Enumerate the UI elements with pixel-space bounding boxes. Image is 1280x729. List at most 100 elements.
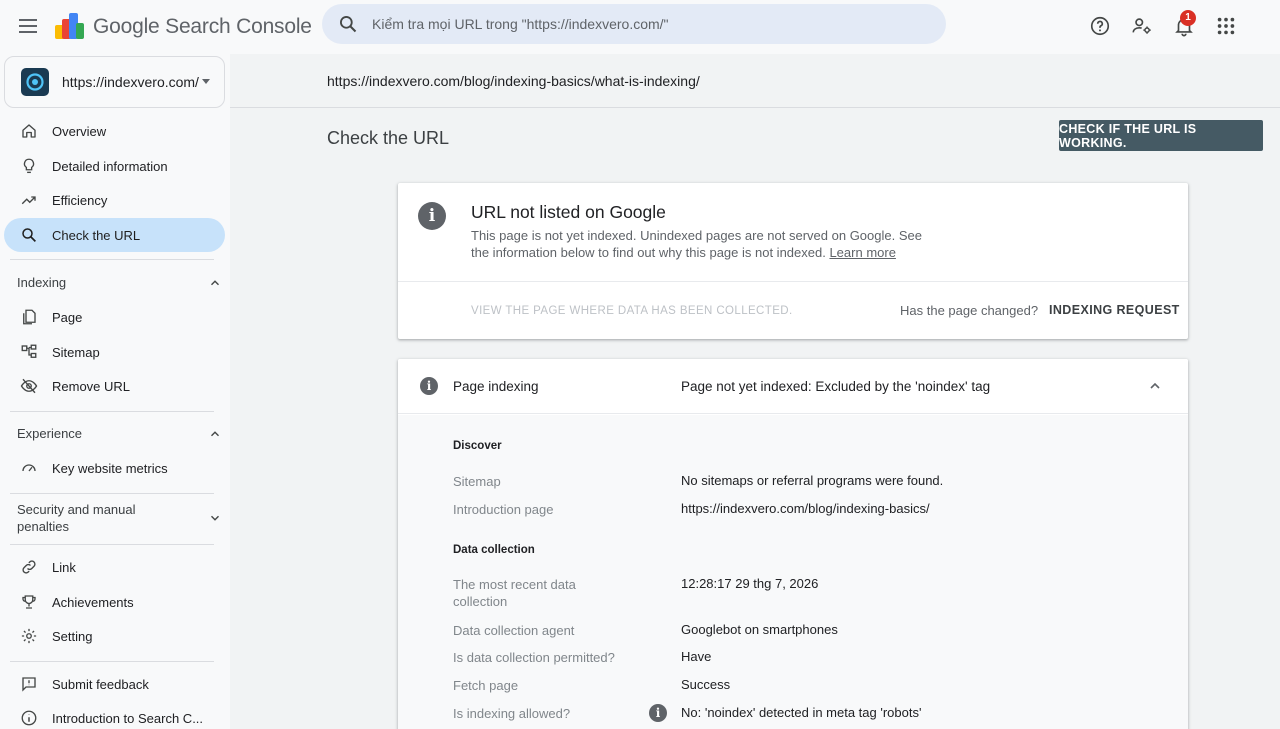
url-inspect-search[interactable] bbox=[322, 4, 946, 44]
info-icon: i bbox=[418, 202, 446, 230]
hamburger-menu-icon[interactable] bbox=[16, 14, 40, 38]
main-content: https://indexvero.com/blog/indexing-basi… bbox=[230, 54, 1280, 729]
pages-icon bbox=[23, 309, 36, 325]
sidebar-item-page[interactable]: Page bbox=[4, 300, 225, 334]
gear-icon bbox=[21, 628, 37, 644]
search-icon bbox=[22, 228, 36, 242]
chevron-up-icon bbox=[211, 430, 219, 436]
property-logo-icon bbox=[21, 68, 49, 96]
section-title: Security and manual penalties bbox=[17, 502, 136, 534]
page-indexing-header[interactable]: i Page indexing Page not yet indexed: Ex… bbox=[398, 359, 1188, 414]
detail-label: The most recent data collection bbox=[453, 577, 576, 609]
sidebar: https://indexvero.com/ Overview Detailed… bbox=[0, 54, 230, 729]
detail-label: Sitemap bbox=[453, 474, 501, 489]
sidebar-item-label: Achievements bbox=[52, 594, 134, 610]
search-icon bbox=[340, 16, 357, 33]
view-crawled-page-link[interactable]: VIEW THE PAGE WHERE DATA HAS BEEN COLLEC… bbox=[471, 305, 793, 317]
detail-value: Have bbox=[681, 649, 712, 664]
dropdown-caret-icon bbox=[202, 79, 210, 84]
section-experience-toggle[interactable]: Experience bbox=[17, 425, 222, 442]
info-icon: i bbox=[420, 377, 438, 395]
sidebar-item-detailed-information[interactable]: Detailed information bbox=[4, 149, 225, 183]
sidebar-item-intro-search-console[interactable]: Introduction to Search C... bbox=[4, 701, 225, 729]
sidebar-item-remove-url[interactable]: Remove URL bbox=[4, 369, 225, 403]
sidebar-item-label: Key website metrics bbox=[52, 460, 168, 476]
sidebar-item-overview[interactable]: Overview bbox=[4, 114, 225, 148]
info-icon[interactable]: i bbox=[649, 704, 667, 722]
section-security-toggle[interactable]: Security and manual penalties bbox=[17, 501, 222, 535]
sidebar-item-key-website-metrics[interactable]: Key website metrics bbox=[4, 451, 225, 485]
learn-more-link[interactable]: Learn more bbox=[829, 245, 895, 260]
sidebar-item-submit-feedback[interactable]: Submit feedback bbox=[4, 667, 225, 701]
data-collection-heading: Data collection bbox=[453, 544, 535, 556]
chevron-up-icon bbox=[211, 279, 219, 285]
sidebar-item-check-url[interactable]: Check the URL bbox=[4, 218, 225, 252]
sidebar-item-label: Introduction to Search C... bbox=[52, 710, 204, 726]
sidebar-item-label: Overview bbox=[52, 123, 107, 139]
sidebar-item-label: Efficiency bbox=[52, 192, 108, 208]
sidebar-item-efficiency[interactable]: Efficiency bbox=[4, 183, 225, 217]
inspected-url: https://indexvero.com/blog/indexing-basi… bbox=[327, 73, 700, 89]
page-indexing-status: Page not yet indexed: Excluded by the 'n… bbox=[681, 379, 991, 394]
detail-label: Introduction page bbox=[453, 502, 554, 517]
lightbulb-icon bbox=[23, 158, 35, 174]
sidebar-item-label: Setting bbox=[52, 628, 93, 644]
notification-badge: 1 bbox=[1180, 10, 1196, 26]
detail-label: Data collection agent bbox=[453, 623, 575, 638]
sidebar-divider bbox=[10, 493, 214, 494]
search-input[interactable] bbox=[372, 16, 932, 32]
detail-label: Fetch page bbox=[453, 678, 519, 693]
section-title: Indexing bbox=[17, 275, 67, 290]
sidebar-item-label: Link bbox=[52, 559, 76, 575]
url-status-card: i URL not listed on Google This page is … bbox=[398, 183, 1188, 339]
status-description: This page is not yet indexed. Unindexed … bbox=[471, 227, 941, 261]
trophy-icon bbox=[22, 595, 36, 609]
sidebar-item-link[interactable]: Link bbox=[4, 550, 225, 584]
feedback-icon bbox=[22, 677, 36, 692]
detail-label: Is data collection permitted? bbox=[453, 650, 615, 665]
detail-value: Success bbox=[681, 677, 731, 692]
apps-grid-icon[interactable] bbox=[1215, 15, 1237, 37]
user-settings-icon[interactable] bbox=[1131, 15, 1153, 37]
detail-value: No sitemaps or referral programs were fo… bbox=[681, 473, 944, 488]
discover-heading: Discover bbox=[453, 440, 502, 452]
referring-page-link[interactable]: https://indexvero.com/blog/indexing-basi… bbox=[681, 501, 930, 516]
property-selector[interactable]: https://indexvero.com/ bbox=[4, 56, 225, 108]
page-indexing-details: Discover Sitemap No sitemaps or referral… bbox=[398, 415, 1188, 729]
chevron-up-icon[interactable] bbox=[1147, 378, 1163, 394]
section-title: Experience bbox=[17, 426, 83, 441]
page-changed-question: Has the page changed? bbox=[900, 303, 1039, 318]
test-live-url-button[interactable]: CHECK IF THE URL IS WORKING. bbox=[1059, 120, 1263, 151]
sidebar-divider bbox=[10, 661, 214, 662]
sidebar-item-label: Page bbox=[52, 309, 83, 325]
sidebar-divider bbox=[10, 411, 214, 412]
chevron-down-icon bbox=[211, 515, 219, 521]
card-divider bbox=[398, 281, 1188, 282]
sidebar-item-label: Remove URL bbox=[52, 378, 131, 394]
request-indexing-button[interactable]: INDEXING REQUEST bbox=[1049, 303, 1180, 317]
link-icon bbox=[22, 560, 36, 574]
eye-off-icon bbox=[20, 378, 38, 394]
search-console-logo-icon bbox=[55, 13, 84, 39]
sidebar-item-achievements[interactable]: Achievements bbox=[4, 585, 225, 619]
home-icon bbox=[22, 124, 36, 138]
sidebar-item-setting[interactable]: Setting bbox=[4, 619, 225, 653]
app-logo[interactable]: Google Search Console bbox=[55, 12, 312, 42]
status-title: URL not listed on Google bbox=[471, 202, 666, 222]
page-title: Check the URL bbox=[327, 128, 450, 148]
sidebar-item-sitemap[interactable]: Sitemap bbox=[4, 335, 225, 369]
sidebar-item-label: Detailed information bbox=[52, 158, 168, 174]
detail-value: 12:28:17 29 thg 7, 2026 bbox=[681, 576, 819, 591]
section-indexing-toggle[interactable]: Indexing bbox=[17, 274, 222, 291]
app-name: Google Search Console bbox=[93, 15, 312, 38]
sitemap-icon bbox=[21, 344, 37, 358]
info-icon bbox=[21, 710, 37, 726]
page-indexing-label: Page indexing bbox=[453, 379, 539, 394]
sidebar-divider bbox=[10, 544, 214, 545]
property-url: https://indexvero.com/ bbox=[62, 74, 199, 90]
sidebar-divider bbox=[10, 259, 214, 260]
sidebar-item-label: Sitemap bbox=[52, 344, 100, 360]
speed-icon bbox=[22, 464, 36, 472]
help-icon[interactable] bbox=[1089, 15, 1111, 37]
inspected-url-bar: https://indexvero.com/blog/indexing-basi… bbox=[230, 54, 1280, 108]
